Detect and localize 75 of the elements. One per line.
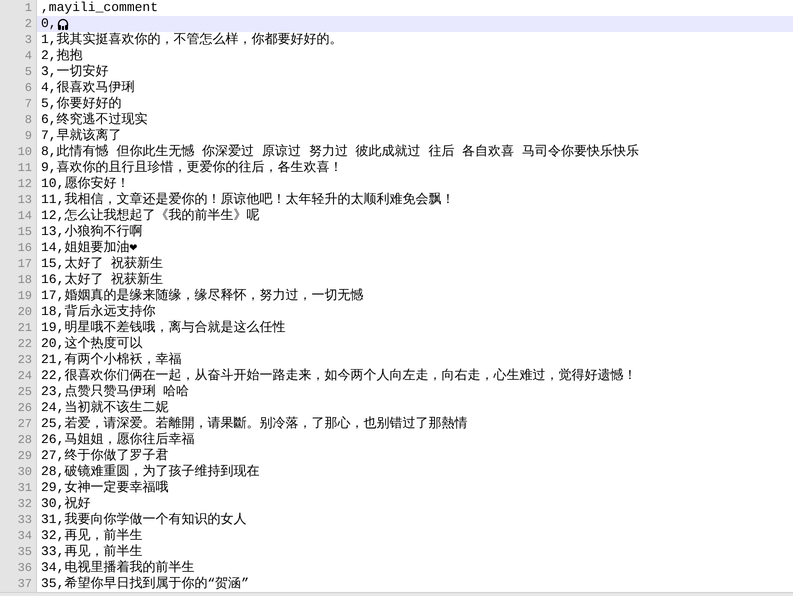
- line-number: 34: [16, 528, 33, 544]
- code-line: 12,怎么让我想起了《我的前半生》呢: [41, 208, 260, 224]
- line-number: 32: [16, 496, 33, 512]
- code-line: 22,很喜欢你们俩在一起，从奋斗开始一路走来，如今两个人向左走，向右走，心生难过，觉得好遗憾！: [41, 368, 636, 384]
- code-line: 33,再见，前半生: [41, 544, 142, 560]
- code-line: 24,当初就不该生二妮: [41, 400, 168, 416]
- headphones-icon: [56, 18, 69, 30]
- code-line: 34,电视里播着我的前半生: [41, 560, 194, 576]
- code-line: 16,太好了 祝获新生: [41, 272, 164, 288]
- line-number: 37: [16, 576, 33, 592]
- code-line: 30,祝好: [41, 496, 90, 512]
- line-number: 23: [16, 352, 33, 368]
- code-line: 19,明星哦不差钱哦，离与合就是这么任性: [41, 320, 286, 336]
- line-number: 11: [16, 160, 33, 176]
- code-line: 1,我其实挺喜欢你的，不管怎么样，你都要好好的。: [41, 32, 343, 48]
- line-number: 17: [16, 256, 33, 272]
- line-number: 6: [24, 80, 33, 96]
- code-line: 20,这个热度可以: [41, 336, 142, 352]
- line-number: 12: [16, 176, 33, 192]
- line-number: 4: [24, 48, 33, 64]
- code-line: 8,此情有憾 但你此生无憾 你深爱过 原谅过 努力过 彼此成就过 往后 各自欢喜 马司令你要快乐快乐: [41, 144, 640, 160]
- code-line: 3,一切安好: [41, 64, 109, 80]
- code-line: 32,再见，前半生: [41, 528, 142, 544]
- code-line: 13,小狼狗不行啊: [41, 224, 142, 240]
- code-line: 4,很喜欢马伊琍: [41, 80, 135, 96]
- line-number: 31: [16, 480, 33, 496]
- line-number: 14: [16, 208, 33, 224]
- code-line: 7,早就该离了: [41, 128, 122, 144]
- code-line: 5,你要好好的: [41, 96, 122, 112]
- code-line: 23,点赞只赞马伊琍 哈哈: [41, 384, 190, 400]
- code-line: 2,抱抱: [41, 48, 83, 64]
- line-number: 1: [24, 0, 33, 16]
- line-number: 8: [24, 112, 33, 128]
- line-number: 10: [16, 144, 33, 160]
- code-line: 15,太好了 祝获新生: [41, 256, 164, 272]
- line-number: 16: [16, 240, 33, 256]
- line-number: 2: [24, 16, 33, 32]
- line-number: 22: [16, 336, 33, 352]
- line-number: 3: [24, 32, 33, 48]
- code-line: 29,女神一定要幸福哦: [41, 480, 168, 496]
- line-number: 25: [16, 384, 33, 400]
- line-number: 33: [16, 512, 33, 528]
- line-number: 26: [16, 400, 33, 416]
- code-line: 14,姐姐要加油❤: [41, 240, 138, 256]
- line-number: 5: [24, 64, 33, 80]
- code-line: 26,马姐姐，愿你往后幸福: [41, 432, 194, 448]
- line-number: 35: [16, 544, 33, 560]
- code-line: 0,: [41, 16, 57, 32]
- line-number: 21: [16, 320, 33, 336]
- code-line: 17,婚姻真的是缘来随缘，缘尽释怀，努力过，一切无憾: [41, 288, 364, 304]
- code-line: 9,喜欢你的且行且珍惜，更爱你的往后，各生欢喜！: [41, 160, 343, 176]
- code-line: 10,愿你安好！: [41, 176, 130, 192]
- code-line: 6,终究逃不过现实: [41, 112, 148, 128]
- line-number: 9: [24, 128, 33, 144]
- code-line: 31,我要向你学做一个有知识的女人: [41, 512, 246, 528]
- line-number: 24: [16, 368, 33, 384]
- code-line: 11,我相信，文章还是爱你的！原谅他吧！太年轻升的太顺利难免会飘！: [41, 192, 454, 208]
- line-number: 7: [24, 96, 33, 112]
- code-line: 28,破镜难重圆，为了孩子维持到现在: [41, 464, 260, 480]
- line-number: 20: [16, 304, 33, 320]
- line-number: 29: [16, 448, 33, 464]
- code-line: 35,希望你早日找到属于你的“贺涵”: [41, 576, 250, 592]
- code-line: 21,有两个小棉袄，幸福: [41, 352, 182, 368]
- line-number: 15: [16, 224, 33, 240]
- line-number: 27: [16, 416, 33, 432]
- line-number: 30: [16, 464, 33, 480]
- line-number: 19: [16, 288, 33, 304]
- line-number: 13: [16, 192, 33, 208]
- code-line: ,mayili_comment: [41, 0, 158, 16]
- code-line: 27,终于你做了罗子君: [41, 448, 168, 464]
- code-line: 18,背后永远支持你: [41, 304, 156, 320]
- line-number: 28: [16, 432, 33, 448]
- line-number: 18: [16, 272, 33, 288]
- code-line: 25,若爱，请深爱。若離開，请果斷。别冷落，了那心，也别错过了那熱情: [41, 416, 468, 432]
- line-number: 36: [16, 560, 33, 576]
